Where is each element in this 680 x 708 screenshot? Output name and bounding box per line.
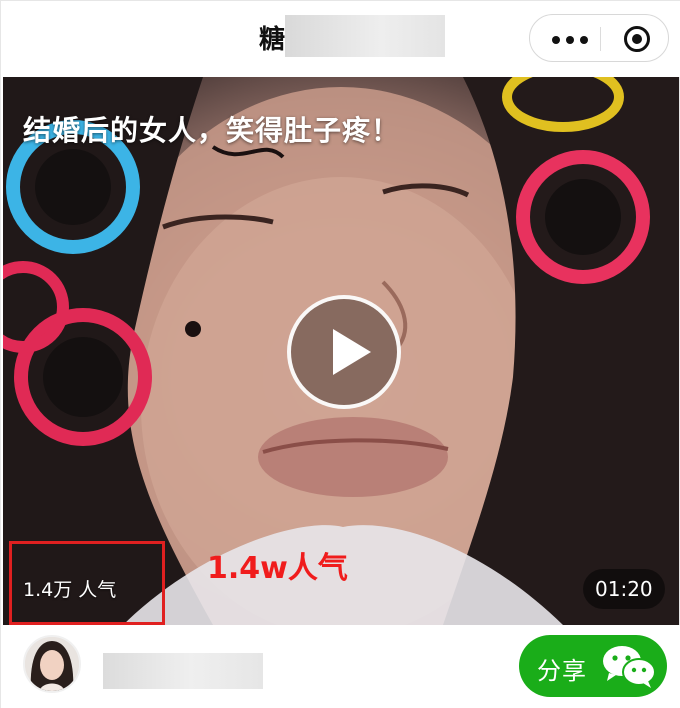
views-annotation: 1.4w人气 (207, 551, 348, 586)
video-caption: 结婚后的女人，笑得肚子疼！ (23, 114, 401, 147)
video-duration: 01:20 (583, 569, 665, 609)
share-button[interactable]: 分享 (519, 635, 667, 697)
title-redaction (285, 15, 445, 57)
nav-bar: 糖 (1, 1, 680, 77)
share-label: 分享 (537, 657, 587, 685)
play-icon[interactable] (287, 295, 401, 409)
wechat-icon (603, 646, 656, 688)
capsule-divider (600, 27, 601, 51)
page-title: 糖 (259, 25, 286, 55)
mini-program-page: 糖 结婚后的女人，笑得肚子疼！ 1.4万 人气 1.4w人气 01:20 分享 (0, 0, 680, 708)
capsule-menu (529, 14, 669, 62)
video-player[interactable]: 结婚后的女人，笑得肚子疼！ 1.4万 人气 1.4w人气 01:20 (3, 77, 679, 625)
more-dots-icon[interactable] (552, 36, 592, 44)
target-icon[interactable] (624, 26, 650, 52)
video-footer: 分享 (1, 625, 680, 708)
avatar-image (25, 637, 79, 691)
author-avatar[interactable] (23, 635, 81, 693)
view-count: 1.4万 人气 (23, 579, 117, 601)
author-name-redaction (103, 653, 263, 689)
